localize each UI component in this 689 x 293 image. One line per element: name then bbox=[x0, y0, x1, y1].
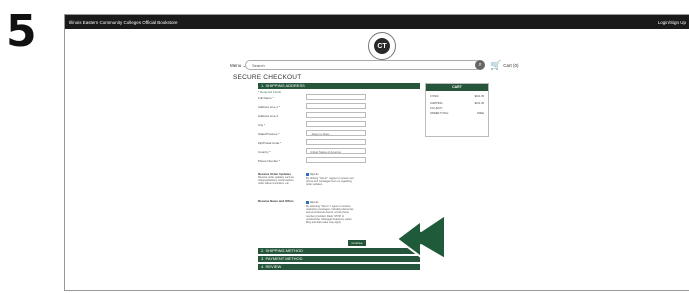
field-label: Address Line 1 * bbox=[258, 105, 281, 109]
field-label: State/Province * bbox=[258, 132, 280, 136]
order-updates-desc: Receive order updates such as shipping/d… bbox=[258, 176, 295, 186]
search-input[interactable]: Search bbox=[245, 60, 481, 70]
order-updates-consent: By clicking "Opt-In" I agree to receive … bbox=[306, 177, 354, 187]
cart-label: Cart (0) bbox=[503, 62, 519, 68]
top-bar: Illinois Eastern Community Colleges Offi… bbox=[65, 15, 689, 29]
full-name-input[interactable] bbox=[306, 94, 366, 100]
cart-row-label: SHIPPING: bbox=[430, 102, 444, 105]
zip-input[interactable] bbox=[306, 139, 366, 145]
continue-button[interactable]: Continue bbox=[348, 240, 366, 246]
checkbox-icon bbox=[306, 172, 309, 176]
cart-row: ORDER TOTAL: FREE bbox=[430, 112, 484, 115]
page-title: SECURE CHECKOUT bbox=[233, 74, 302, 81]
logo-mark: CT bbox=[374, 38, 390, 54]
browser-screenshot: Illinois Eastern Community Colleges Offi… bbox=[64, 14, 689, 291]
required-note: * Required Fields bbox=[258, 90, 282, 94]
news-offers-checkbox[interactable]: Opt-In bbox=[306, 200, 318, 204]
city-input[interactable] bbox=[306, 121, 366, 127]
country-select[interactable]: United States of America bbox=[306, 148, 366, 154]
address-line1-input[interactable] bbox=[306, 103, 366, 109]
shipping-address-bar[interactable]: 1. SHIPPING ADDRESS bbox=[258, 83, 420, 89]
opt-in-label: Opt-In bbox=[310, 172, 319, 176]
search-icon[interactable]: ⌕ bbox=[475, 60, 485, 70]
cart-row: TAX (EST): bbox=[430, 107, 484, 110]
field-label: Address Line 2 bbox=[258, 114, 279, 118]
news-offers-label: Receive News and Offers bbox=[258, 199, 294, 203]
cart-row-value: $101.35 bbox=[474, 102, 484, 105]
cart-summary: CART 0 ITEM $101.35 SHIPPING: $101.35 TA… bbox=[425, 83, 489, 137]
menu-label: Menu bbox=[230, 63, 242, 68]
cart-icon: 🛒 bbox=[490, 60, 502, 70]
step-number: 5 bbox=[6, 6, 37, 57]
cart-row: SHIPPING: $101.35 bbox=[430, 102, 484, 105]
order-updates-checkbox[interactable]: Opt-In bbox=[306, 172, 318, 176]
field-label: Full Name * bbox=[258, 96, 274, 100]
address-line2-input[interactable] bbox=[306, 112, 366, 118]
college-logo[interactable]: CT bbox=[368, 32, 396, 60]
news-offers-consent: By selecting "Opt-In" I agree to receive… bbox=[306, 205, 354, 225]
login-link[interactable]: Login/Sign Up bbox=[658, 20, 686, 25]
cart-row-label: ORDER TOTAL: bbox=[430, 112, 449, 115]
cart-header: CART bbox=[426, 84, 488, 91]
menu-button[interactable]: Menu ⌄ bbox=[230, 63, 246, 69]
cart-row-label: TAX (EST): bbox=[430, 107, 444, 110]
cart-row-value: $101.35 bbox=[474, 95, 484, 98]
site-title: Illinois Eastern Community Colleges Offi… bbox=[69, 19, 178, 25]
checkbox-icon bbox=[306, 200, 309, 204]
cart-row: 0 ITEM $101.35 bbox=[430, 95, 484, 98]
pointer-arrow-icon bbox=[396, 214, 446, 260]
opt-in-label: Opt-In bbox=[310, 200, 319, 204]
field-label: Zip/Postal Code * bbox=[258, 141, 282, 145]
cart-row-label: 0 ITEM bbox=[430, 95, 439, 98]
state-select[interactable]: - Select a State - bbox=[306, 130, 366, 136]
field-label: Phone Number * bbox=[258, 159, 281, 163]
cart-link[interactable]: 🛒 Cart (0) bbox=[490, 60, 519, 70]
field-label: Country * bbox=[258, 150, 271, 154]
cart-row-value: FREE bbox=[477, 112, 484, 115]
field-label: City * bbox=[258, 123, 266, 127]
phone-input[interactable] bbox=[306, 157, 366, 163]
